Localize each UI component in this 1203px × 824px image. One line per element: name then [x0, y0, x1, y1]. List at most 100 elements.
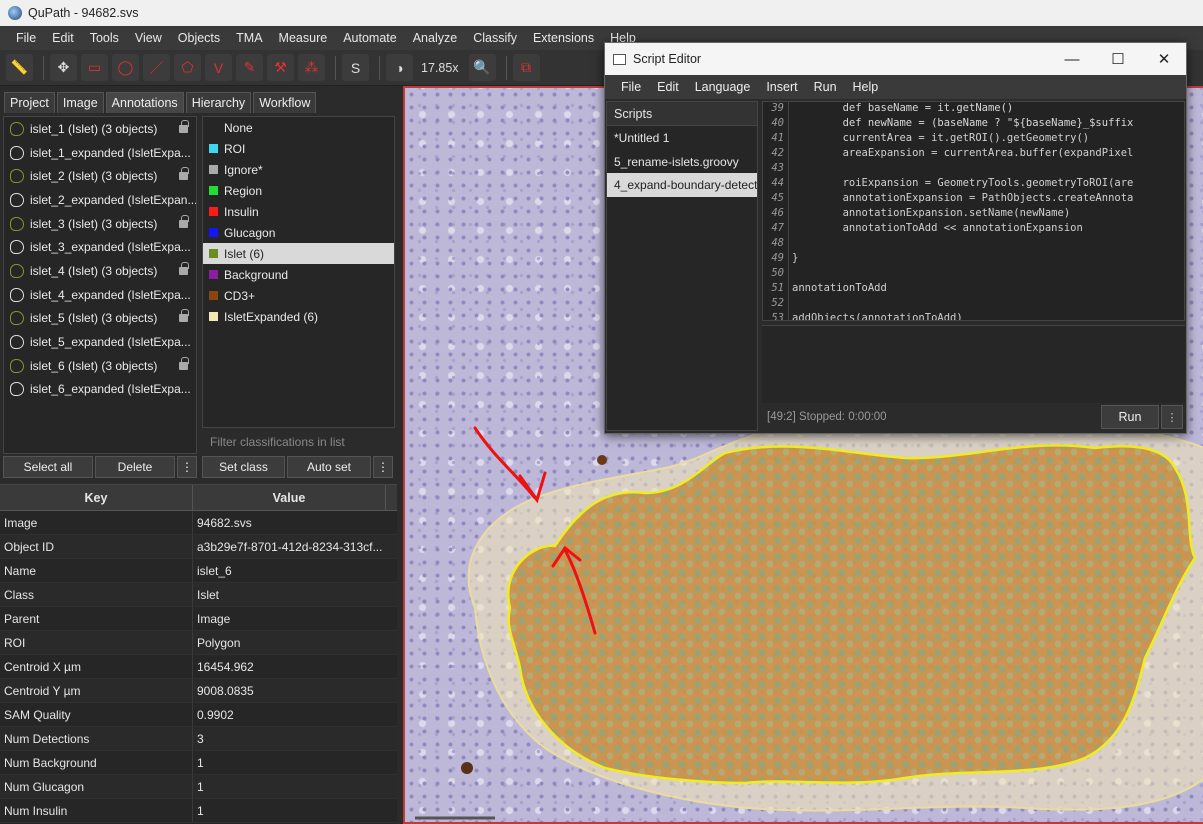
scripts-list[interactable]: Scripts *Untitled 1 5_rename-islets.groo…: [606, 101, 758, 431]
menu-extensions[interactable]: Extensions: [525, 31, 602, 45]
code-line[interactable]: 48: [763, 237, 1184, 252]
class-item[interactable]: ROI: [203, 138, 394, 159]
run-button[interactable]: Run: [1101, 405, 1159, 429]
class-item[interactable]: Ignore*: [203, 159, 394, 180]
run-options-button[interactable]: ⋮: [1161, 405, 1183, 429]
annotation-list[interactable]: islet_1 (Islet) (3 objects) islet_1_expa…: [3, 116, 197, 454]
console-output[interactable]: [762, 325, 1185, 403]
se-menu-run[interactable]: Run: [806, 80, 845, 94]
tab-annotations[interactable]: Annotations: [105, 92, 184, 113]
minimize-icon[interactable]: —: [1049, 43, 1095, 75]
class-item[interactable]: Background: [203, 264, 394, 285]
table-row[interactable]: Object ID a3b29e7f-8701-412d-8234-313cf..…: [0, 535, 397, 559]
table-row[interactable]: Parent Image: [0, 607, 397, 631]
table-row[interactable]: Centroid Y µm 9008.0835: [0, 679, 397, 703]
polyline-tool-icon[interactable]: V: [205, 54, 232, 81]
code-line[interactable]: 41 currentArea = it.getROI().getGeometry…: [763, 132, 1184, 147]
table-row[interactable]: SAM Quality 0.9902: [0, 703, 397, 727]
list-item[interactable]: islet_5_expanded (IsletExpa...: [4, 330, 196, 354]
delete-button[interactable]: Delete: [95, 456, 175, 478]
ellipse-tool-icon[interactable]: ◯: [112, 54, 139, 81]
tab-image[interactable]: Image: [56, 92, 104, 113]
menu-file[interactable]: File: [8, 31, 44, 45]
table-row[interactable]: Num Insulin 1: [0, 799, 397, 823]
list-item[interactable]: islet_4_expanded (IsletExpa...: [4, 283, 196, 307]
column-header-value[interactable]: Value: [193, 485, 386, 510]
code-line[interactable]: 51 annotationToAdd: [763, 282, 1184, 297]
brightness-contrast-icon[interactable]: ◑: [386, 54, 413, 81]
menu-analyze[interactable]: Analyze: [405, 31, 465, 45]
list-item[interactable]: islet_2 (Islet) (3 objects): [4, 164, 196, 188]
table-row[interactable]: Class Islet: [0, 583, 397, 607]
list-item[interactable]: islet_5 (Islet) (3 objects): [4, 307, 196, 331]
zoom-to-fit-icon[interactable]: 🔍: [468, 54, 496, 81]
code-line[interactable]: 46 annotationExpansion.setName(newName): [763, 207, 1184, 222]
list-item[interactable]: islet_6 (Islet) (3 objects): [4, 354, 196, 378]
code-line[interactable]: 39 def baseName = it.getName(): [763, 102, 1184, 117]
table-row[interactable]: Image 94682.svs: [0, 511, 397, 535]
list-item[interactable]: islet_1 (Islet) (3 objects): [4, 117, 196, 141]
class-item[interactable]: None: [203, 117, 394, 138]
line-tool-icon[interactable]: ／: [143, 54, 170, 81]
class-item[interactable]: Glucagon: [203, 222, 394, 243]
class-item[interactable]: CD3+: [203, 285, 394, 306]
table-row[interactable]: Name islet_6: [0, 559, 397, 583]
menu-edit[interactable]: Edit: [44, 31, 82, 45]
code-line[interactable]: 44 roiExpansion = GeometryTools.geometry…: [763, 177, 1184, 192]
measure-tool-icon[interactable]: 📏: [6, 54, 33, 81]
se-menu-help[interactable]: Help: [845, 80, 887, 94]
script-editor-titlebar[interactable]: Script Editor — ☐ ✕: [605, 43, 1186, 75]
set-class-button[interactable]: Set class: [202, 456, 285, 478]
code-line[interactable]: 43: [763, 162, 1184, 177]
script-item-selected[interactable]: 4_expand-boundary-detect: [607, 173, 757, 198]
table-row[interactable]: Num Detections 3: [0, 727, 397, 751]
script-item[interactable]: 5_rename-islets.groovy: [607, 150, 757, 174]
menu-automate[interactable]: Automate: [335, 31, 405, 45]
code-line[interactable]: 47 annotationToAdd << annotationExpansio…: [763, 222, 1184, 237]
se-menu-insert[interactable]: Insert: [758, 80, 805, 94]
list-item[interactable]: islet_3_expanded (IsletExpa...: [4, 235, 196, 259]
menu-tma[interactable]: TMA: [228, 31, 270, 45]
list-item[interactable]: islet_3 (Islet) (3 objects): [4, 212, 196, 236]
overlay-toggle-icon[interactable]: ⧉: [512, 54, 540, 81]
code-line[interactable]: 45 annotationExpansion = PathObjects.cre…: [763, 192, 1184, 207]
list-item[interactable]: islet_1_expanded (IsletExpa...: [4, 141, 196, 165]
maximize-icon[interactable]: ☐: [1095, 43, 1141, 75]
table-row[interactable]: Centroid X µm 16454.962: [0, 655, 397, 679]
class-filter-input[interactable]: Filter classifications in list: [202, 431, 395, 455]
code-line[interactable]: 52: [763, 297, 1184, 312]
tab-hierarchy[interactable]: Hierarchy: [185, 92, 252, 113]
code-line[interactable]: 42 areaExpansion = currentArea.buffer(ex…: [763, 147, 1184, 162]
list-item[interactable]: islet_2_expanded (IsletExpan...: [4, 188, 196, 212]
selection-mode-button[interactable]: S: [342, 54, 369, 81]
se-menu-language[interactable]: Language: [687, 80, 759, 94]
islet-6-outline[interactable]: [507, 444, 1197, 785]
table-row[interactable]: Num Background 1: [0, 751, 397, 775]
wand-tool-icon[interactable]: ⚒: [267, 54, 294, 81]
menu-measure[interactable]: Measure: [271, 31, 336, 45]
column-header-key[interactable]: Key: [0, 485, 193, 510]
code-line[interactable]: 50: [763, 267, 1184, 282]
list-item[interactable]: islet_4 (Islet) (3 objects): [4, 259, 196, 283]
auto-set-button[interactable]: Auto set: [287, 456, 371, 478]
tab-project[interactable]: Project: [4, 92, 55, 113]
list-item[interactable]: islet_6_expanded (IsletExpa...: [4, 378, 196, 402]
class-item[interactable]: Region: [203, 180, 394, 201]
menu-tools[interactable]: Tools: [82, 31, 127, 45]
more-options-button[interactable]: ⋮: [177, 456, 197, 478]
move-tool-icon[interactable]: ✥: [50, 54, 77, 81]
class-item-selected[interactable]: Islet (6): [203, 243, 394, 264]
class-item[interactable]: IsletExpanded (6): [203, 306, 394, 327]
points-tool-icon[interactable]: ⁂: [298, 54, 325, 81]
polygon-tool-icon[interactable]: ⬠: [174, 54, 201, 81]
brush-tool-icon[interactable]: ✎: [236, 54, 263, 81]
code-line[interactable]: 53 addObjects(annotationToAdd): [763, 312, 1184, 320]
se-menu-file[interactable]: File: [613, 80, 649, 94]
table-row[interactable]: Num Glucagon 1: [0, 775, 397, 799]
menu-classify[interactable]: Classify: [465, 31, 525, 45]
classification-list[interactable]: None ROI Ignore* Region Insulin Glucagon…: [202, 116, 395, 428]
class-more-options-button[interactable]: ⋮: [373, 456, 393, 478]
code-line[interactable]: 40 def newName = (baseName ? "${baseName…: [763, 117, 1184, 132]
menu-objects[interactable]: Objects: [170, 31, 228, 45]
code-editor[interactable]: 39 def baseName = it.getName() 40 def new…: [762, 101, 1185, 321]
